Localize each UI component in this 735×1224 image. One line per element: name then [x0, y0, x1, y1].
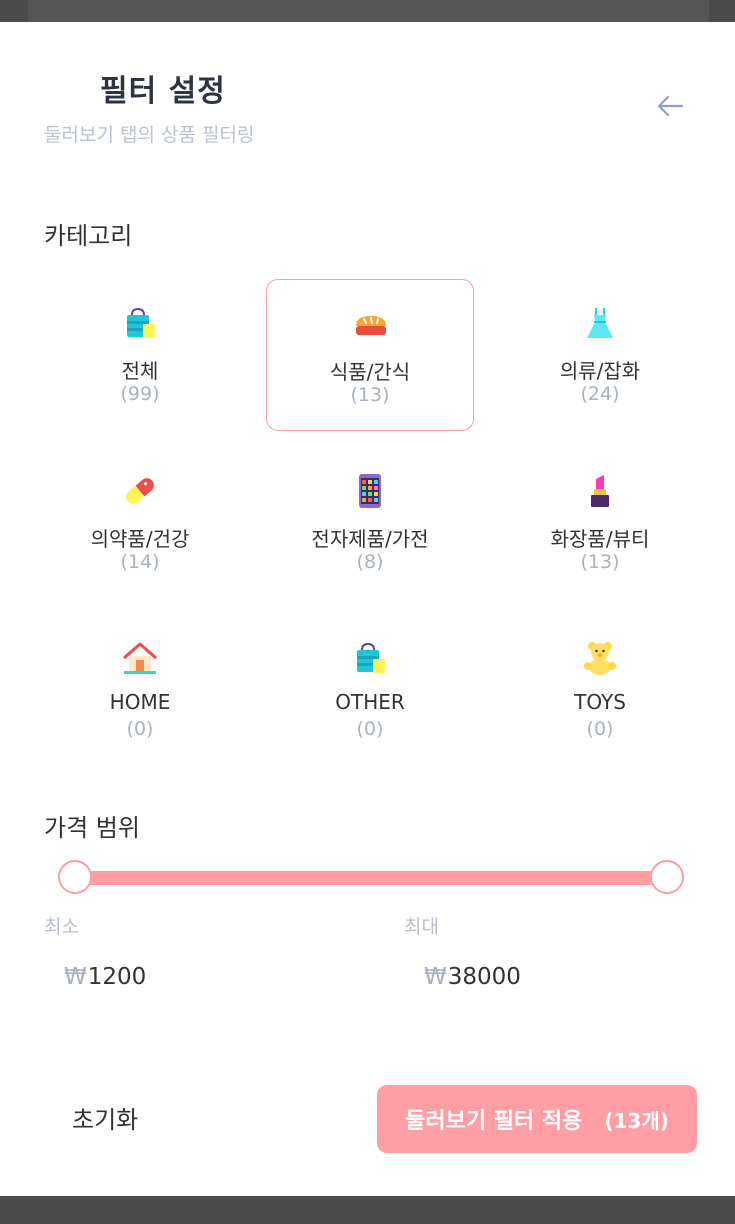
category-name: 전자제품/가전 [311, 527, 429, 551]
lipstick-icon [591, 475, 609, 507]
slider-min-handle[interactable] [58, 860, 92, 894]
top-overlay [0, 0, 735, 22]
price-range-slider[interactable] [56, 858, 686, 898]
currency-symbol: ₩ [64, 964, 87, 990]
page-subtitle: 둘러보기 탭의 상품 필터링 [44, 124, 255, 146]
category-item-electronics[interactable]: 전자제품/가전 (8) [266, 447, 474, 599]
category-section-label: 카테고리 [44, 222, 133, 250]
min-price-caption: 최소 [44, 916, 79, 938]
category-name: HOME [109, 690, 171, 714]
category-item-food[interactable]: 식품/간식 (13) [266, 279, 474, 431]
slider-track [74, 871, 668, 885]
max-price-caption: 최대 [404, 916, 439, 938]
min-price-field[interactable]: ₩1200 [64, 964, 146, 990]
currency-symbol: ₩ [424, 964, 447, 990]
back-button[interactable] [652, 90, 688, 122]
bottom-overlay [0, 1196, 735, 1224]
category-name: 의약품/건강 [90, 527, 190, 551]
category-item-all[interactable]: 전체 (99) [36, 279, 244, 431]
max-price-field[interactable]: ₩38000 [424, 964, 521, 990]
category-grid: 전체 (99) 식품/간식 (13) 의류/잡화 (24) 의약품/건강 (14… [36, 279, 704, 769]
category-count: (99) [120, 383, 160, 405]
category-name: 화장품/뷰티 [550, 527, 650, 551]
shopping-bag-icon [357, 642, 385, 673]
category-count: (14) [120, 551, 160, 573]
min-price-value: 1200 [87, 964, 147, 990]
bread-icon [356, 316, 386, 335]
category-count: (0) [586, 718, 614, 740]
page-title: 필터 설정 [100, 74, 226, 109]
dress-icon [587, 308, 613, 338]
category-item-cosmetics[interactable]: 화장품/뷰티 (13) [496, 447, 704, 599]
category-count: (0) [126, 718, 154, 740]
category-name: TOYS [574, 690, 626, 714]
category-name: OTHER [335, 690, 405, 714]
apply-filter-button[interactable]: 둘러보기 필터 적용 (13개) [377, 1085, 697, 1153]
category-count: (8) [356, 551, 384, 573]
max-price-value: 38000 [447, 964, 521, 990]
phone-icon [359, 474, 381, 508]
category-count: (13) [580, 551, 620, 573]
shopping-bag-icon [127, 307, 155, 338]
arrow-left-icon [657, 95, 684, 117]
category-item-home[interactable]: HOME (0) [36, 614, 244, 766]
price-section-label: 가격 범위 [44, 814, 140, 842]
category-name: 식품/간식 [329, 360, 411, 384]
category-count: (24) [580, 383, 620, 405]
category-count: (0) [356, 718, 384, 740]
category-item-other[interactable]: OTHER (0) [266, 614, 474, 766]
top-overlay-panel [28, 0, 709, 22]
category-item-toys[interactable]: TOYS (0) [496, 614, 704, 766]
category-name: 의류/잡화 [559, 359, 641, 383]
category-item-medicine[interactable]: 의약품/건강 (14) [36, 447, 244, 599]
pill-icon [126, 478, 154, 504]
apply-filter-count: (13개) [604, 1108, 669, 1133]
category-count: (13) [350, 384, 390, 406]
house-icon [123, 642, 157, 674]
slider-max-handle[interactable] [650, 860, 684, 894]
apply-filter-label: 둘러보기 필터 적용 [405, 1109, 583, 1134]
teddy-bear-icon [584, 642, 616, 675]
category-item-clothing[interactable]: 의류/잡화 (24) [496, 279, 704, 431]
category-name: 전체 [121, 359, 159, 383]
reset-button[interactable]: 초기화 [72, 1100, 138, 1135]
